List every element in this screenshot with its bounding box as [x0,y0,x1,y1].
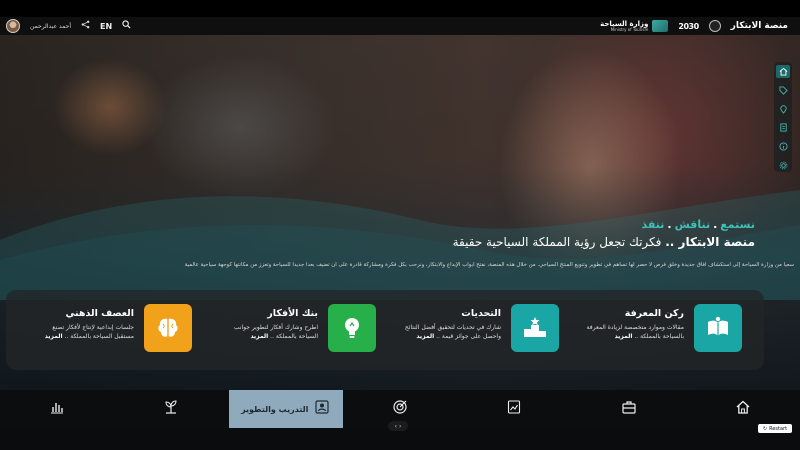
hero-description: سعياً من وزارة السياحة إلى استكشاف آفاق … [184,262,794,268]
nav-opportunities[interactable] [571,390,685,428]
training-icon [314,399,330,419]
chart-doc-icon [506,399,522,419]
restart-icon: ↻ [762,425,768,432]
podium-icon [511,304,559,352]
brand-area: وزارة السياحة Ministry of Tourism 2030 م… [600,17,788,35]
card-desc-line2: السياحة بالمملكة .. [270,332,318,340]
hero-headline-bold: منصة الابتكار .. [665,235,755,249]
hero-tags: نستمع.نناقش.ننفذ [641,218,756,231]
chevron-right-icon: › [399,422,402,430]
language-toggle[interactable]: EN [100,22,112,31]
chevron-left-icon: ‹ [394,422,397,430]
nav-statistics[interactable] [0,390,114,428]
share-icon[interactable] [81,20,90,32]
pin-icon[interactable] [776,103,790,116]
bar-chart-icon [49,399,65,419]
document-icon[interactable] [776,121,790,134]
nav-active-label: التدريب والتطوير [241,404,309,414]
home-icon [735,399,751,419]
card-more-link[interactable]: المزيد [615,333,633,340]
app-screen: أحمد عبدالرحمن EN وزارة السياحة Ministry… [0,0,800,450]
restart-button[interactable]: ↻ Restart [758,424,792,433]
card-title: بنك الأفكار [267,308,318,319]
nav-collapse-toggle[interactable]: ‹ › [388,421,408,431]
card-challenges[interactable]: التحديات شارك في تحديات لتحقيق أفضل النت… [379,304,559,358]
card-desc-line1: اطرح وشارك أفكار لتطوير جوانب [233,324,318,331]
hero-headline-rest: فكرتك تجعل رؤية المملكة السياحية حقيقة [452,235,662,249]
card-desc-line1: جلسات إبداعية لإنتاج لأفكار تصنع [52,324,134,331]
card-ideas-bank[interactable]: بنك الأفكار اطرح وشارك أفكار لتطوير جوان… [196,304,376,358]
vision-2030-logo: 2030 [678,21,699,31]
feature-cards-panel: ركن المعرفة مقالات وموارد متخصصة لزيادة … [6,290,764,370]
card-title: العصف الذهني [65,308,134,319]
home-icon[interactable] [776,65,790,78]
user-name[interactable]: أحمد عبدالرحمن [30,23,71,30]
ministry-name-en: Ministry of Tourism [610,26,649,32]
tag-icon[interactable] [776,84,790,97]
target-icon [392,399,408,419]
restart-label: Restart [769,425,788,432]
hero-tag-discuss: نناقش [674,218,711,231]
card-desc-line2: بالسياحة بالمملكة .. [634,332,684,340]
book-icon [694,304,742,352]
card-brainstorming[interactable]: العصف الذهني جلسات إبداعية لإنتاج لأفكار… [12,304,192,358]
card-desc-line2: مستقبل السياحة بالمملكة .. [64,332,135,340]
ministry-mark-icon [652,20,669,32]
nav-sustainability[interactable] [114,390,228,428]
hero-headline: منصة الابتكار .. فكرتك تجعل رؤية المملكة… [115,235,755,249]
card-knowledge-corner[interactable]: ركن المعرفة مقالات وموارد متخصصة لزيادة … [562,304,742,358]
top-bar-tools: أحمد عبدالرحمن EN [6,17,131,35]
platform-title[interactable]: منصة الابتكار [731,21,788,31]
card-title: التحديات [461,308,501,319]
nav-reports[interactable] [457,390,571,428]
plant-icon [163,399,179,419]
card-desc-line1: شارك في تحديات لتحقيق أفضل النتائج [404,324,501,331]
card-title: ركن المعرفة [624,308,684,319]
lightbulb-icon [328,304,376,352]
side-rail [774,62,792,172]
card-desc-line1: مقالات وموارد متخصصة لزيادة المعرفة [586,324,684,331]
info-icon[interactable] [776,140,790,153]
gear-icon[interactable] [776,159,790,172]
card-desc-line2: واحصل على جوائز قيمة .. [436,332,501,340]
nav-home[interactable] [686,390,800,428]
hero-tag-implement: ننفذ [641,218,665,231]
ministry-logo[interactable]: وزارة السياحة Ministry of Tourism [600,20,669,32]
bottom-strip [0,428,800,450]
hero-text: نستمع.نناقش.ننفذ منصة الابتكار .. فكرتك … [115,218,755,249]
avatar[interactable] [6,19,20,33]
search-icon[interactable] [122,20,131,32]
card-more-link[interactable]: المزيد [45,333,63,340]
card-more-link[interactable]: المزيد [416,333,434,340]
briefcase-icon [621,399,637,419]
nav-training-development[interactable]: التدريب والتطوير [228,390,343,428]
seal-icon [708,20,721,32]
brain-icon [144,304,192,352]
hero-tag-listen: نستمع [720,218,755,231]
card-more-link[interactable]: المزيد [250,333,268,340]
top-bar: أحمد عبدالرحمن EN وزارة السياحة Ministry… [0,17,800,35]
